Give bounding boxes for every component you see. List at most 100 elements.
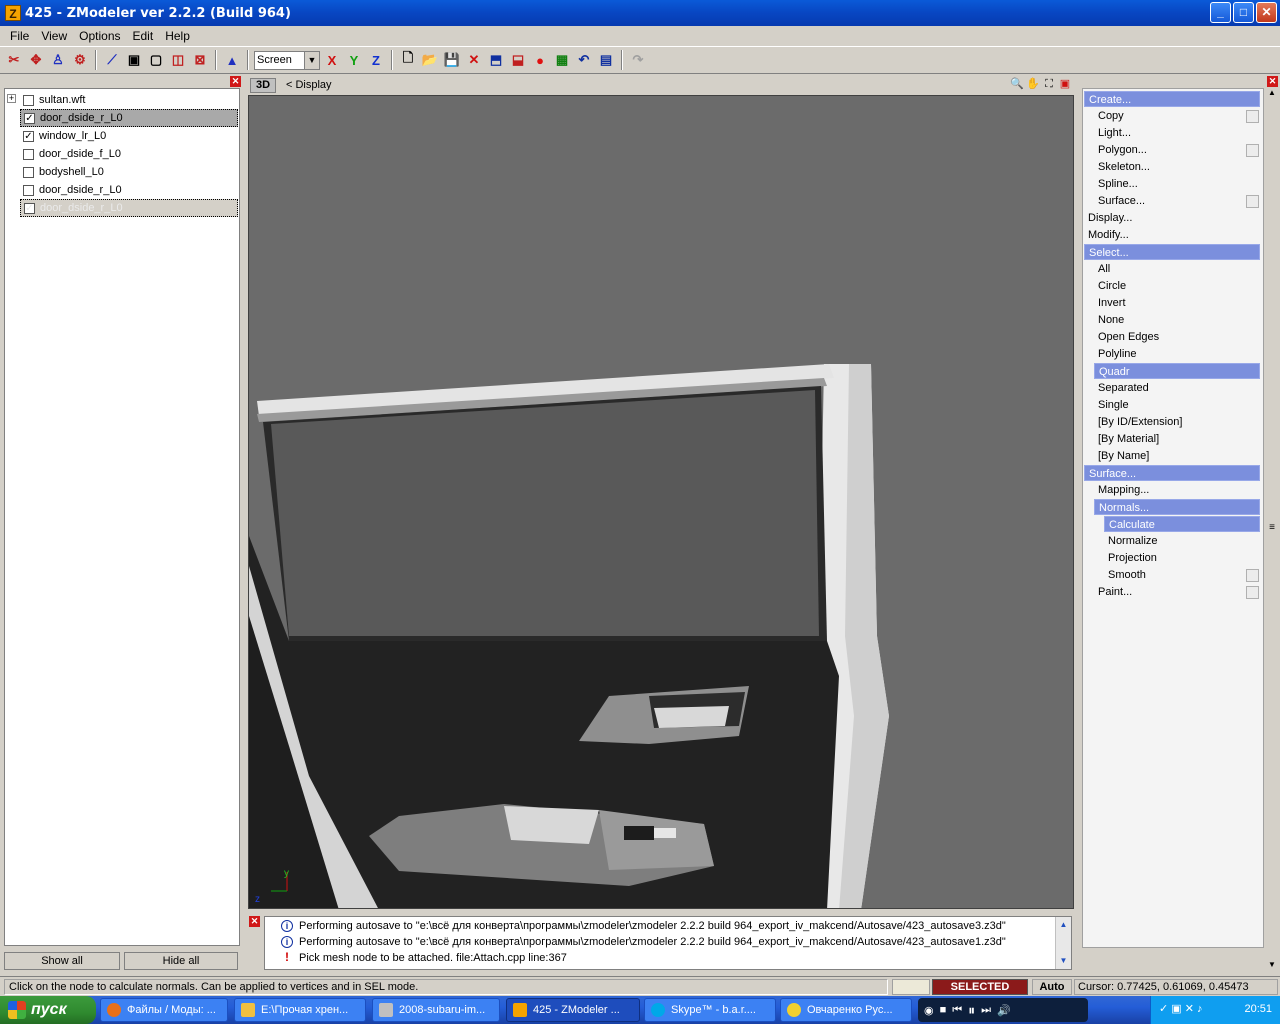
create-polygon[interactable]: Polygon... <box>1098 142 1147 158</box>
taskbar-item[interactable]: Файлы / Моды: ... <box>100 998 228 1022</box>
taskbar-item[interactable]: Skype™ - b.a.r.... <box>644 998 776 1022</box>
maximize-viewport-icon[interactable]: ▣ <box>1058 77 1072 91</box>
undo-icon[interactable]: ↶ <box>574 50 594 70</box>
next-icon[interactable]: ⏭ <box>981 1004 991 1017</box>
auto-mode-button[interactable]: Auto <box>1032 979 1072 995</box>
cube-red-icon[interactable]: ◫ <box>168 50 188 70</box>
create-surface[interactable]: Surface... <box>1098 193 1145 209</box>
select-separated[interactable]: Separated <box>1098 380 1149 396</box>
log-scrollbar[interactable]: ▲ ▼ <box>1055 917 1071 969</box>
select-quadr[interactable]: Quadr <box>1094 363 1260 379</box>
node-checkbox[interactable] <box>23 184 34 196</box>
cube-mode-icon[interactable]: ▣ <box>124 50 144 70</box>
open-file-icon[interactable]: 📂 <box>420 50 440 70</box>
option-checkbox[interactable] <box>1246 110 1259 123</box>
scroll-down-icon[interactable]: ▼ <box>1266 960 1278 969</box>
scroll-up-icon[interactable]: ▲ <box>1266 88 1278 97</box>
display-item[interactable]: Display... <box>1088 210 1132 226</box>
3d-viewport[interactable]: y z <box>248 95 1074 909</box>
tree-node[interactable]: ✓ door_dside_r_L0 <box>20 199 238 217</box>
tray-icons[interactable]: ✓ ▣ ✕ ♪ <box>1159 1002 1203 1015</box>
chevron-down-icon[interactable]: ▼ <box>304 51 319 69</box>
option-checkbox[interactable] <box>1246 569 1259 582</box>
volume-icon[interactable]: 🔊 <box>997 1004 1011 1017</box>
tree-node[interactable]: ✓ window_lr_L0 <box>20 127 238 145</box>
command-panel-scrollbar[interactable]: ▲ ≡ ▼ <box>1266 88 1278 974</box>
taskbar-item[interactable]: 425 - ZModeler ... <box>506 998 640 1022</box>
create-skeleton[interactable]: Skeleton... <box>1098 159 1150 175</box>
select-open-edges[interactable]: Open Edges <box>1098 329 1159 345</box>
viewport-mode-button[interactable]: 3D <box>250 77 276 93</box>
select-tool-icon[interactable]: ✂ <box>4 50 24 70</box>
tree-node[interactable]: door_dside_r_L0 <box>20 181 238 199</box>
axis-z-toggle[interactable]: Z <box>366 50 386 70</box>
close-icon[interactable]: ✕ <box>249 916 260 927</box>
select-by-name[interactable]: [By Name] <box>1098 448 1149 464</box>
close-icon[interactable]: ✕ <box>230 76 241 87</box>
expand-icon[interactable]: + <box>7 94 16 103</box>
axis-x-toggle[interactable]: X <box>322 50 342 70</box>
create-spline[interactable]: Spline... <box>1098 176 1138 192</box>
node-checkbox[interactable] <box>23 166 34 178</box>
record-icon[interactable]: ● <box>530 50 550 70</box>
render-icon[interactable]: ▦ <box>552 50 572 70</box>
node-checkbox[interactable] <box>23 148 34 160</box>
menu-help[interactable]: Help <box>159 29 196 43</box>
option-checkbox[interactable] <box>1246 195 1259 208</box>
surface-mapping[interactable]: Mapping... <box>1098 482 1149 498</box>
node-checkbox[interactable]: ✓ <box>24 202 35 214</box>
maximize-button[interactable]: □ <box>1233 2 1254 23</box>
export-icon[interactable]: ⬓ <box>508 50 528 70</box>
fit-view-icon[interactable]: ⛶ <box>1042 77 1056 91</box>
triangle-tool-icon[interactable]: ▲ <box>222 50 242 70</box>
surface-normals[interactable]: Normals... <box>1094 499 1260 515</box>
coordinate-mode-select[interactable]: Screen ▼ <box>254 50 320 70</box>
selected-mode-badge[interactable]: SELECTED MODE <box>932 979 1028 1007</box>
create-light[interactable]: Light... <box>1098 125 1131 141</box>
viewport-breadcrumb[interactable]: < Display <box>286 79 332 91</box>
tree-node[interactable]: door_dside_f_L0 <box>20 145 238 163</box>
scroll-down-icon[interactable]: ▼ <box>1056 953 1071 969</box>
tree-node[interactable]: ✓ door_dside_r_L0 <box>20 109 238 127</box>
surface-header[interactable]: Surface... <box>1084 465 1260 481</box>
cube-cancel-icon[interactable]: ⊠ <box>190 50 210 70</box>
axis-y-toggle[interactable]: Y <box>344 50 364 70</box>
node-checkbox[interactable] <box>23 94 34 106</box>
scroll-up-icon[interactable]: ▲ <box>1056 917 1071 933</box>
minimize-button[interactable]: _ <box>1210 2 1231 23</box>
start-button[interactable]: пуск <box>0 996 96 1024</box>
option-checkbox[interactable] <box>1246 144 1259 157</box>
skeleton-tool-icon[interactable]: ♙ <box>48 50 68 70</box>
previous-icon[interactable]: ⏮ <box>952 1004 962 1017</box>
select-invert[interactable]: Invert <box>1098 295 1126 311</box>
import-icon[interactable]: ⬒ <box>486 50 506 70</box>
close-icon[interactable]: ✕ <box>1267 76 1278 87</box>
tool-dropdown-icon[interactable]: ⚙ <box>70 50 90 70</box>
delete-icon[interactable]: ✕ <box>464 50 484 70</box>
select-single[interactable]: Single <box>1098 397 1129 413</box>
zoom-icon[interactable]: 🔍 <box>1010 77 1024 91</box>
pause-icon[interactable]: ⏸ <box>968 1002 975 1019</box>
create-copy[interactable]: Copy <box>1098 108 1124 124</box>
taskbar-item[interactable]: E:\Прочая хрен... <box>234 998 366 1022</box>
create-header[interactable]: Create... <box>1084 91 1260 107</box>
taskbar-item[interactable]: 2008-subaru-im... <box>372 998 500 1022</box>
stop-icon[interactable]: ■ <box>940 1004 947 1016</box>
surface-paint[interactable]: Paint... <box>1098 584 1132 600</box>
select-by-id[interactable]: [By ID/Extension] <box>1098 414 1182 430</box>
node-checkbox[interactable]: ✓ <box>24 112 35 124</box>
close-button[interactable]: ✕ <box>1256 2 1277 23</box>
pan-hand-icon[interactable]: ✋ <box>1026 77 1040 91</box>
normals-projection[interactable]: Projection <box>1108 550 1157 566</box>
vertex-mode-icon[interactable]: ⟋ <box>102 50 122 70</box>
select-polyline[interactable]: Polyline <box>1098 346 1137 362</box>
select-none[interactable]: None <box>1098 312 1124 328</box>
menu-view[interactable]: View <box>35 29 73 43</box>
tree-node[interactable]: bodyshell_L0 <box>20 163 238 181</box>
modify-item[interactable]: Modify... <box>1088 227 1129 243</box>
tree-node[interactable]: sultan.wft <box>20 91 238 109</box>
node-checkbox[interactable]: ✓ <box>23 130 34 142</box>
select-by-material[interactable]: [By Material] <box>1098 431 1159 447</box>
menu-edit[interactable]: Edit <box>127 29 160 43</box>
move-tool-icon[interactable]: ✥ <box>26 50 46 70</box>
